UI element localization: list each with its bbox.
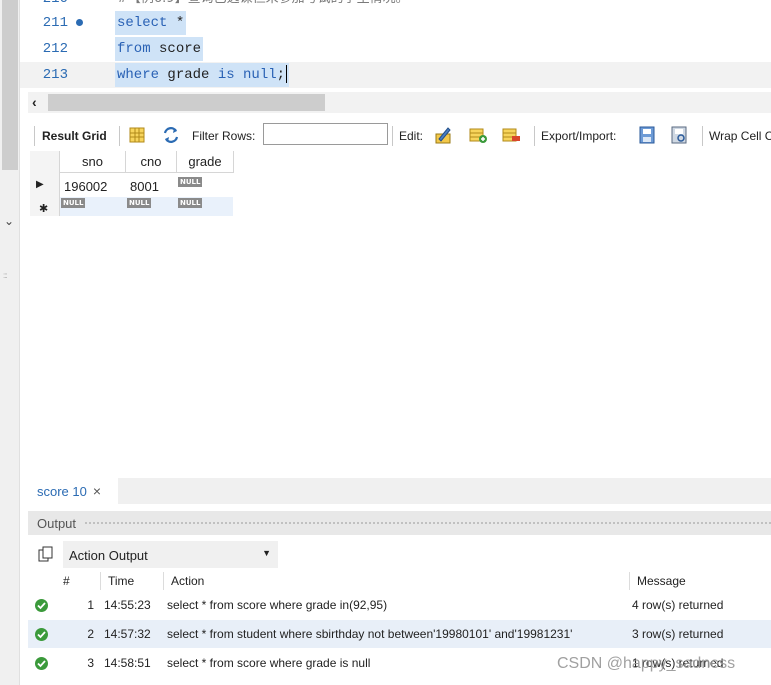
result-grid-button[interactable]: Result Grid [42, 129, 107, 143]
splitter-grip-icon[interactable]: ::: [3, 271, 8, 280]
toolbar-separator [119, 126, 120, 146]
row-time: 14:57:32 [104, 627, 151, 641]
toolbar-separator [534, 126, 535, 146]
result-tab[interactable]: score 10 × [28, 478, 118, 504]
row-num: 1 [87, 598, 94, 612]
collapse-chevron-icon[interactable]: ⌄ [4, 214, 14, 228]
new-row-grade-null[interactable]: NULL [178, 198, 203, 208]
row-action: select * from score where grade is null [167, 656, 371, 670]
result-grid[interactable]: sno cno grade ▶ 196002 8001 NULL ✱ NULL … [30, 151, 235, 216]
refresh-icon[interactable] [161, 125, 181, 145]
column-header-cno[interactable]: cno [126, 151, 177, 173]
output-type-selected: Action Output [69, 548, 148, 563]
export-import-label: Export/Import: [541, 129, 617, 143]
statement-marker-icon [76, 19, 83, 26]
toolbar-separator [702, 126, 703, 146]
delete-row-icon[interactable] [501, 125, 521, 145]
horizontal-scrollbar[interactable]: ‹ [28, 92, 771, 113]
line-number: 211 [42, 15, 68, 31]
code-text: from score [115, 37, 204, 61]
line-number: 213 [42, 67, 68, 83]
code-text: select * [115, 11, 187, 35]
wrap-cell-content-label[interactable]: Wrap Cell C [709, 129, 771, 143]
output-row[interactable]: 2 14:57:32 select * from student where s… [28, 620, 771, 648]
import-icon[interactable] [669, 125, 689, 145]
row-action: select * from student where sbirthday no… [167, 627, 573, 641]
dropdown-arrow-icon: ▼ [262, 548, 271, 558]
result-tab-label: score 10 [37, 484, 87, 499]
row-action: select * from score where grade in(92,95… [167, 598, 388, 612]
cell-sno[interactable]: 196002 [64, 176, 124, 198]
output-toolbar: Action Output ▼ [28, 541, 771, 568]
scroll-left-icon[interactable]: ‹ [32, 94, 37, 110]
output-title: Output [37, 516, 77, 531]
success-check-icon [35, 657, 48, 670]
toolbar-separator [34, 126, 35, 146]
cell-cno[interactable]: 8001 [130, 176, 175, 198]
header-action[interactable]: Action [171, 570, 204, 592]
header-time[interactable]: Time [108, 570, 134, 592]
column-divider [629, 572, 630, 590]
copy-icon[interactable] [38, 546, 54, 562]
column-header-sno[interactable]: sno [60, 151, 126, 173]
header-num[interactable]: # [63, 570, 70, 592]
toolbar-separator [392, 126, 393, 146]
header-message[interactable]: Message [637, 570, 686, 592]
column-header-grade[interactable]: grade [177, 151, 234, 173]
new-row-sno-null[interactable]: NULL [61, 198, 86, 208]
grid-layout-icon[interactable] [127, 125, 147, 145]
success-check-icon [35, 599, 48, 612]
close-tab-icon[interactable]: × [93, 483, 101, 499]
output-pane-header: Output [28, 511, 771, 535]
code-line: 212 from score [20, 36, 771, 62]
current-row-arrow-icon: ▶ [36, 179, 44, 190]
horizontal-scrollbar-thumb[interactable] [48, 94, 325, 111]
edit-label: Edit: [399, 129, 424, 143]
code-text: where grade is null; [115, 63, 290, 87]
text-caret [286, 65, 288, 84]
new-row-asterisk-icon: ✱ [39, 203, 49, 215]
row-message: 4 row(s) returned [632, 598, 724, 612]
export-icon[interactable] [637, 125, 657, 145]
column-divider [163, 572, 164, 590]
watermark: CSDN @happy_sadness [557, 655, 736, 672]
code-line-current: 213 where grade is null; [20, 62, 771, 88]
filter-rows-label: Filter Rows: [192, 129, 256, 143]
cell-grade-null[interactable]: NULL [178, 177, 203, 187]
row-time: 14:55:23 [104, 598, 151, 612]
filter-rows-input[interactable] [263, 123, 388, 145]
result-tab-bar: score 10 × [28, 478, 771, 504]
edit-row-icon[interactable] [433, 125, 453, 145]
result-toolbar: Result Grid Filter Rows: Edit: Export/Im… [28, 121, 771, 151]
vertical-scrollbar-thumb[interactable] [2, 0, 18, 170]
row-message: 3 row(s) returned [632, 627, 724, 641]
output-header-grip [84, 521, 771, 525]
column-divider [100, 572, 101, 590]
row-time: 14:58:51 [104, 656, 151, 670]
left-gutter: ⌄ ::: [0, 0, 20, 685]
new-row-cno-null[interactable]: NULL [127, 198, 152, 208]
output-type-select[interactable]: Action Output ▼ [63, 541, 278, 568]
line-number: 212 [42, 41, 68, 57]
row-num: 3 [87, 656, 94, 670]
code-line: 211 select * [20, 10, 771, 36]
success-check-icon [35, 628, 48, 641]
row-num: 2 [87, 627, 94, 641]
output-row[interactable]: 1 14:55:23 select * from score where gra… [28, 591, 771, 619]
sql-editor[interactable]: 210 #【例6.9】查询已选课但未参加考试的学生情况。 211 select … [20, 0, 771, 90]
add-row-icon[interactable] [468, 125, 488, 145]
